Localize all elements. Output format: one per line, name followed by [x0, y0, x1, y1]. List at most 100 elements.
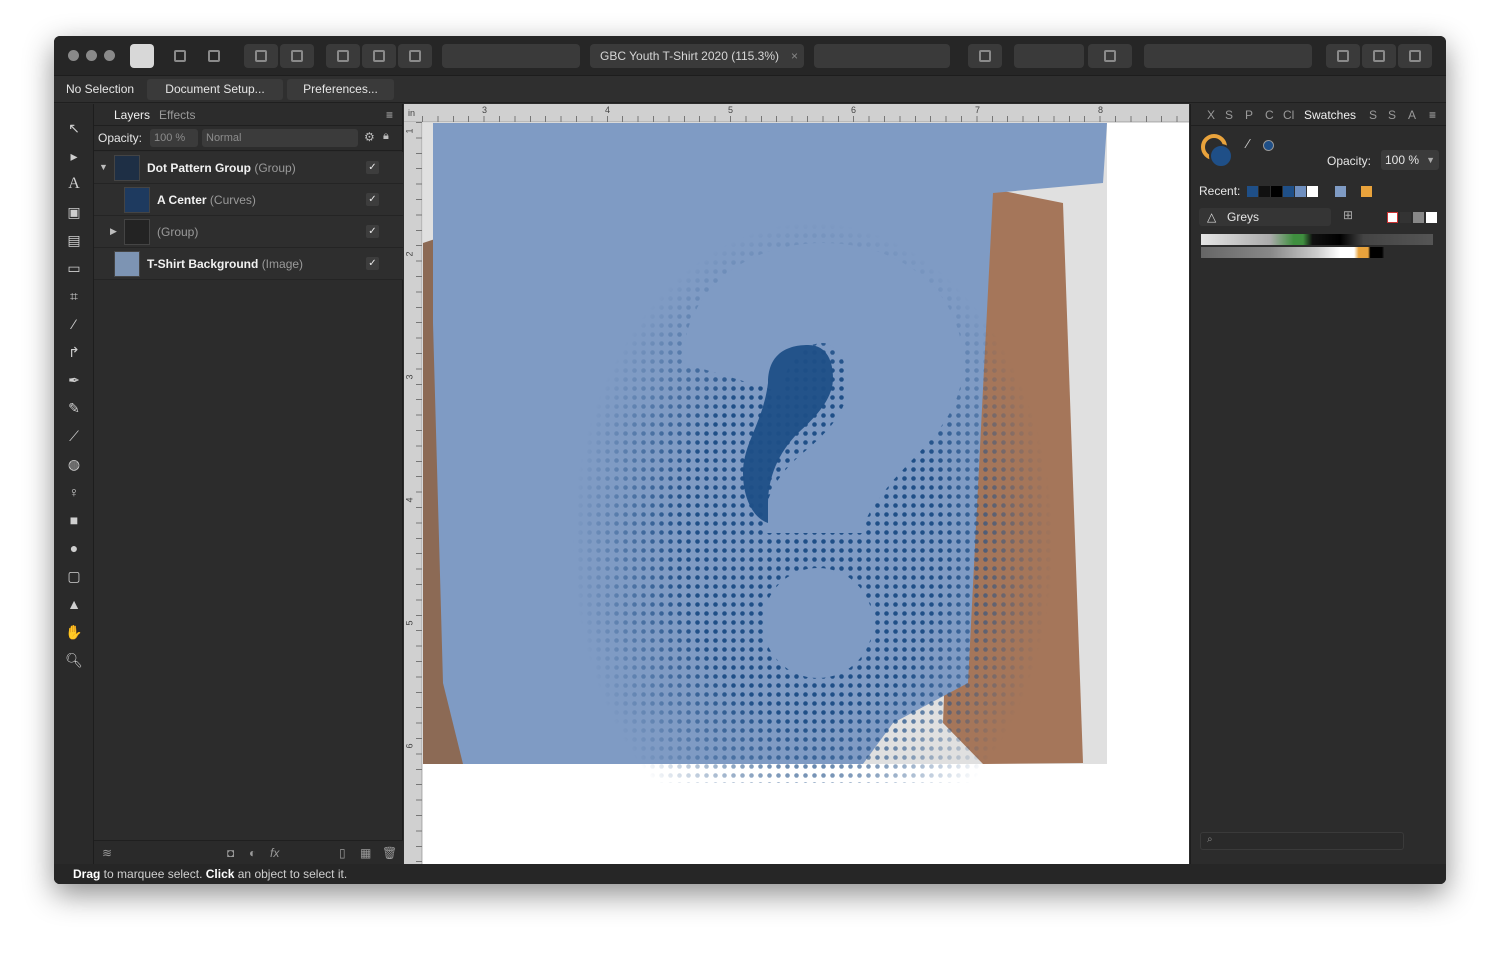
tab-effects[interactable]: Effects [159, 108, 195, 122]
artistic-text-tool-icon[interactable]: A [64, 174, 84, 194]
brush-tool-icon[interactable]: ⟋ [64, 426, 84, 446]
adjustment-icon[interactable]: ◐ [249, 846, 256, 860]
gear-icon[interactable]: ⚙ [364, 130, 375, 144]
canvas-area[interactable]: in 3 4 5 6 7 8 1 2 3 4 5 6 [404, 104, 1189, 864]
tab-assets[interactable]: A [1408, 108, 1416, 122]
greys-swatch-row-1[interactable] [1201, 234, 1433, 245]
corner-tool-icon[interactable]: ↱ [64, 342, 84, 362]
preferences-icon[interactable] [280, 44, 314, 68]
lock-icon[interactable]: 🔒︎ [383, 130, 389, 143]
eyedropper-icon[interactable]: ⁄ [1247, 136, 1249, 151]
move-tool-icon[interactable]: ↖ [64, 118, 84, 138]
expand-disclosure-icon[interactable]: ▼ [99, 162, 108, 172]
opacity-field[interactable]: 100 % [150, 129, 198, 147]
recent-swatch[interactable] [1361, 186, 1372, 197]
place-image-tool-icon[interactable]: ▭ [64, 258, 84, 278]
tab-layers[interactable]: Layers [114, 108, 150, 122]
tab-styles[interactable]: S [1388, 108, 1396, 122]
studio-link-icon[interactable] [1326, 44, 1360, 68]
color-picker-icon[interactable] [1398, 44, 1432, 68]
view-mode-icon[interactable] [362, 44, 396, 68]
export-persona-icon[interactable] [202, 44, 226, 68]
recent-swatch[interactable] [1295, 186, 1306, 197]
add-layer-icon[interactable]: ▯ [339, 846, 346, 860]
frame-text-tool-icon[interactable]: ▣ [64, 202, 84, 222]
snapping-toggle-icon[interactable] [1088, 44, 1132, 68]
visibility-checkbox[interactable]: ✓ [366, 225, 379, 238]
trash-icon[interactable]: 🗑︎ [382, 846, 397, 860]
view-mode-2-icon[interactable] [398, 44, 432, 68]
pixel-persona-icon[interactable] [168, 44, 192, 68]
greys-swatch-row-2[interactable] [1201, 247, 1433, 258]
tab-transform[interactable]: X [1207, 108, 1215, 122]
picked-color-swatch[interactable] [1263, 140, 1274, 151]
palette-options-icon[interactable]: ⊞ [1343, 208, 1353, 222]
geometry-group[interactable] [1144, 44, 1312, 68]
artboard-tool-icon[interactable]: ▤ [64, 230, 84, 250]
color-picker-tool-icon[interactable]: ⁄ [64, 314, 84, 334]
document-tab[interactable]: GBC Youth T-Shirt 2020 (115.3%) × [590, 44, 804, 68]
swatch-search-input[interactable]: ⌕ [1200, 832, 1404, 850]
document-setup-button[interactable]: Document Setup... [147, 79, 283, 100]
tab-stroke[interactable]: S [1225, 108, 1233, 122]
layers-stack-icon[interactable]: ≋ [102, 846, 112, 860]
visibility-checkbox[interactable]: ✓ [366, 193, 379, 206]
artboard[interactable] [423, 123, 1189, 864]
recent-swatch[interactable] [1283, 186, 1294, 197]
rectangle-tool-icon[interactable]: ■ [64, 510, 84, 530]
layer-row-a-center[interactable]: A Center (Curves) ✓ [94, 184, 403, 216]
layer-row-tshirt-background[interactable]: T-Shirt Background (Image) ✓ [94, 248, 403, 280]
vertical-ruler[interactable]: 1 2 3 4 5 6 [404, 122, 422, 864]
triangle-tool-icon[interactable]: ▲ [64, 594, 84, 614]
tab-symbols[interactable]: S [1369, 108, 1377, 122]
pencil-tool-icon[interactable]: ✎ [64, 398, 84, 418]
transform-group[interactable] [814, 44, 950, 68]
node-tool-icon[interactable]: ▸ [64, 146, 84, 166]
recent-swatch[interactable] [1259, 186, 1270, 197]
close-window-button[interactable] [68, 50, 79, 61]
visibility-checkbox[interactable]: ✓ [366, 257, 379, 270]
snap-grid-icon[interactable] [326, 44, 360, 68]
fill-color-well[interactable] [1209, 144, 1233, 168]
swatch-white[interactable] [1426, 212, 1437, 223]
tshirt-design-artwork[interactable] [423, 123, 1189, 864]
blend-mode-select[interactable]: Normal [202, 129, 358, 147]
snapping-group[interactable] [1014, 44, 1084, 68]
visibility-checkbox[interactable]: ✓ [366, 161, 379, 174]
palette-select[interactable]: △ Greys [1199, 208, 1331, 226]
swatch-opacity-field[interactable]: 100 % ▼ [1381, 150, 1439, 170]
fill-tool-icon[interactable]: ◍ [64, 454, 84, 474]
arrange-group[interactable] [442, 44, 580, 68]
add-pixel-layer-icon[interactable]: ▦ [360, 846, 371, 860]
affinity-designer-persona-icon[interactable] [130, 44, 154, 68]
close-document-icon[interactable]: × [791, 44, 798, 68]
preferences-button[interactable]: Preferences... [287, 79, 394, 100]
recent-swatch[interactable] [1307, 186, 1318, 197]
rounded-rectangle-tool-icon[interactable]: ▢ [64, 566, 84, 586]
layer-row-group[interactable]: ▶ (Group) ✓ [94, 216, 403, 248]
transparency-tool-icon[interactable]: ♀ [64, 482, 84, 502]
fx-icon[interactable]: fx [270, 846, 279, 860]
zoom-window-button[interactable] [104, 50, 115, 61]
tab-clipboard[interactable]: Cl [1283, 108, 1294, 122]
tab-swatches[interactable]: Swatches [1304, 108, 1356, 122]
swatch-black[interactable] [1400, 212, 1411, 223]
zoom-tool-icon[interactable]: 🔍︎ [64, 650, 84, 670]
minimize-window-button[interactable] [86, 50, 97, 61]
share-icon[interactable] [1362, 44, 1396, 68]
tab-color[interactable]: C [1265, 108, 1274, 122]
ellipse-tool-icon[interactable]: ● [64, 538, 84, 558]
panel-menu-icon[interactable]: ≡ [386, 108, 393, 122]
crop-tool-icon[interactable]: ⌗ [64, 286, 84, 306]
pen-tool-icon[interactable]: ✒ [64, 370, 84, 390]
horizontal-ruler[interactable]: in 3 4 5 6 7 8 [404, 104, 1189, 122]
align-icon[interactable] [968, 44, 1002, 68]
panel-menu-icon[interactable]: ≡ [1429, 108, 1436, 122]
layer-row-dot-pattern-group[interactable]: ▼ Dot Pattern Group (Group) ✓ [94, 152, 403, 184]
recent-swatch[interactable] [1335, 186, 1346, 197]
assistant-icon[interactable] [244, 44, 278, 68]
none-swatch[interactable] [1387, 212, 1398, 223]
mask-icon[interactable]: ◘ [227, 846, 234, 860]
swatch-grey[interactable] [1413, 212, 1424, 223]
hand-tool-icon[interactable]: ✋ [64, 622, 84, 642]
